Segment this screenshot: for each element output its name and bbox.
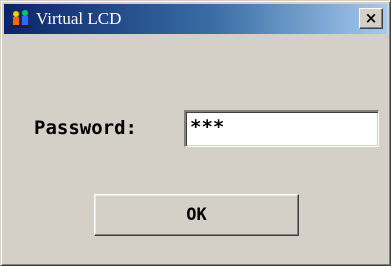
close-icon: × (364, 9, 378, 27)
virtual-lcd-dialog: Virtual LCD × Password: *** OK (0, 0, 391, 266)
ok-button[interactable]: OK (94, 194, 299, 236)
app-icon (10, 9, 32, 29)
close-button[interactable]: × (359, 8, 383, 29)
password-input[interactable]: *** (184, 110, 379, 147)
password-label: Password: (34, 117, 137, 139)
title-bar[interactable]: Virtual LCD × (4, 4, 387, 34)
window-title: Virtual LCD (36, 9, 122, 28)
